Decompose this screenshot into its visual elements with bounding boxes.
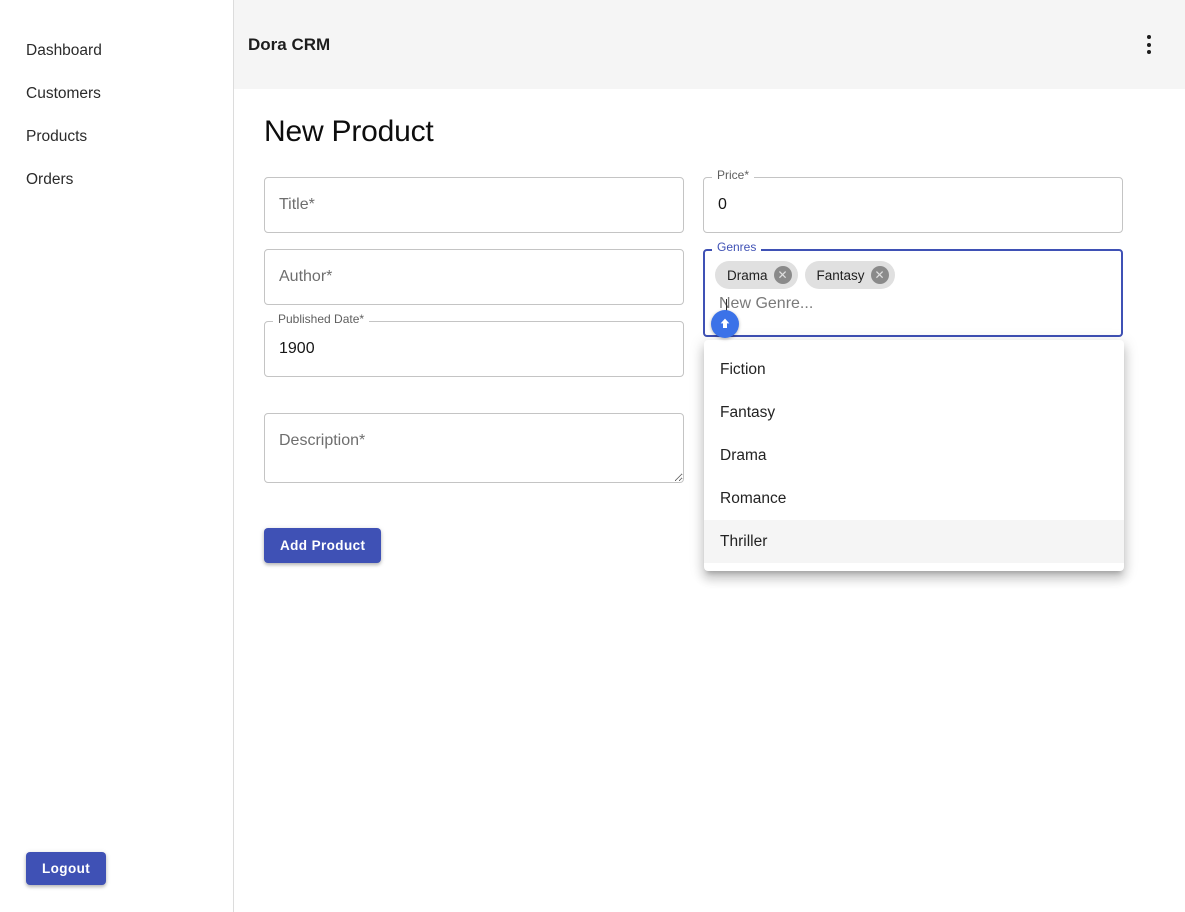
dot: [1147, 35, 1151, 39]
sidebar-item-label: Products: [26, 128, 88, 145]
description-field-box[interactable]: [264, 413, 684, 483]
genres-label: Genres: [712, 241, 762, 253]
title-input[interactable]: [279, 196, 669, 214]
genre-option-drama[interactable]: Drama: [704, 434, 1124, 477]
genre-option-thriller[interactable]: Thriller: [704, 520, 1124, 563]
sidebar-item-orders[interactable]: Orders: [0, 165, 233, 195]
submit-container: Add Product: [264, 528, 684, 563]
genre-chip[interactable]: Fantasy ✕: [804, 261, 895, 289]
app-bar: Dora CRM: [234, 0, 1185, 89]
form-column-left: Published Date* Add Product: [264, 177, 684, 563]
dot: [1147, 42, 1151, 47]
form-column-right: Price* Genres Drama ✕: [703, 169, 1124, 571]
price-field-wrapper: Price*: [703, 169, 1123, 233]
published-date-input[interactable]: [279, 340, 669, 358]
title-field-box[interactable]: [264, 177, 684, 233]
genre-option-romance[interactable]: Romance: [704, 477, 1124, 520]
description-field-wrapper: [264, 413, 684, 483]
page-title: New Product: [264, 115, 434, 148]
logout-container: Logout: [26, 852, 107, 885]
sidebar-item-label: Dashboard: [26, 42, 102, 59]
genre-option-fiction[interactable]: Fiction: [704, 348, 1124, 391]
genre-chip-list: Drama ✕ Fantasy ✕: [715, 261, 895, 289]
genre-chip[interactable]: Drama ✕: [715, 261, 798, 289]
published-date-field-wrapper: Published Date*: [264, 313, 684, 377]
genre-option-label: Romance: [720, 489, 787, 507]
genre-dropdown: Fiction Fantasy Drama Romance Thriller: [704, 340, 1124, 571]
genre-option-label: Drama: [720, 446, 767, 464]
genre-input[interactable]: [715, 295, 1111, 325]
new-product-form: Published Date* Add Product: [264, 169, 1155, 571]
logout-button[interactable]: Logout: [26, 852, 107, 885]
sidebar-item-dashboard[interactable]: Dashboard: [0, 36, 233, 66]
more-vert-icon[interactable]: [1129, 25, 1169, 65]
genre-option-label: Fantasy: [720, 403, 776, 421]
price-field-box[interactable]: [703, 177, 1123, 233]
genre-chip-label: Drama: [727, 267, 768, 283]
dot: [1147, 50, 1151, 54]
sidebar-item-label: Customers: [26, 85, 101, 102]
app-title: Dora CRM: [248, 34, 331, 54]
title-field-wrapper: [264, 177, 684, 233]
sidebar: Dashboard Customers Products Orders Logo…: [0, 0, 234, 912]
genre-option-label: Thriller: [720, 532, 768, 550]
genres-field-wrapper: Genres Drama ✕ Fantasy ✕ New Genre... Fi…: [703, 241, 1124, 571]
published-date-label: Published Date*: [273, 313, 370, 325]
genre-option-label: Fiction: [720, 360, 766, 378]
app-root: Dashboard Customers Products Orders Logo…: [0, 0, 1185, 912]
sidebar-item-customers[interactable]: Customers: [0, 79, 233, 109]
main-content: Dora CRM New Product Title* Author* Publ…: [234, 0, 1185, 912]
cancel-icon[interactable]: ✕: [773, 266, 792, 284]
genres-field-box[interactable]: Drama ✕ Fantasy ✕: [703, 249, 1123, 337]
published-date-field-box[interactable]: [264, 321, 684, 377]
sidebar-item-label: Orders: [26, 171, 74, 188]
cancel-icon[interactable]: ✕: [870, 266, 889, 284]
price-input[interactable]: [718, 196, 1108, 214]
add-product-button[interactable]: Add Product: [264, 528, 382, 563]
author-field-box[interactable]: [264, 249, 684, 305]
genre-option-fantasy[interactable]: Fantasy: [704, 391, 1124, 434]
sidebar-item-products[interactable]: Products: [0, 122, 233, 152]
price-label: Price*: [712, 169, 755, 181]
genre-chip-label: Fantasy: [816, 267, 865, 283]
cursor-arrow-up-icon: [711, 310, 739, 338]
author-field-wrapper: [264, 249, 684, 305]
description-textarea[interactable]: [265, 414, 683, 482]
page-body: New Product Published: [234, 89, 1185, 571]
sidebar-nav: Dashboard Customers Products Orders: [0, 0, 233, 195]
author-input[interactable]: [279, 268, 669, 286]
